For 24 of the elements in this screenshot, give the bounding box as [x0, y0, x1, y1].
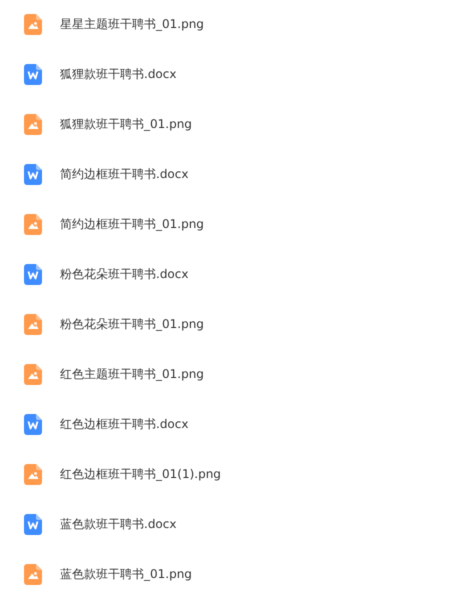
- file-name[interactable]: 蓝色款班干聘书.docx: [60, 516, 176, 532]
- file-name[interactable]: 蓝色款班干聘书_01.png: [60, 566, 192, 582]
- file-name[interactable]: 红色主题班干聘书_01.png: [60, 366, 204, 382]
- file-name[interactable]: 粉色花朵班干聘书_01.png: [60, 316, 204, 332]
- image-file-icon: [24, 214, 42, 234]
- file-name[interactable]: 红色边框班干聘书.docx: [60, 416, 188, 432]
- image-file-icon: [24, 364, 42, 384]
- file-name[interactable]: 狐狸款班干聘书.docx: [60, 66, 176, 82]
- file-name[interactable]: 粉色花朵班干聘书.docx: [60, 266, 188, 282]
- image-file-icon: [24, 114, 42, 134]
- word-file-icon: [24, 64, 42, 84]
- file-name[interactable]: 星星主题班干聘书_01.png: [60, 16, 204, 32]
- word-file-icon: [24, 514, 42, 534]
- file-name[interactable]: 狐狸款班干聘书_01.png: [60, 116, 192, 132]
- image-file-icon: [24, 464, 42, 484]
- word-file-icon: [24, 164, 42, 184]
- file-name[interactable]: 简约边框班干聘书.docx: [60, 166, 188, 182]
- image-file-icon: [24, 314, 42, 334]
- image-file-icon: [24, 564, 42, 584]
- word-file-icon: [24, 264, 42, 284]
- image-file-icon: [24, 14, 42, 34]
- file-name[interactable]: 简约边框班干聘书_01.png: [60, 216, 204, 232]
- word-file-icon: [24, 414, 42, 434]
- file-name[interactable]: 红色边框班干聘书_01(1).png: [60, 466, 221, 482]
